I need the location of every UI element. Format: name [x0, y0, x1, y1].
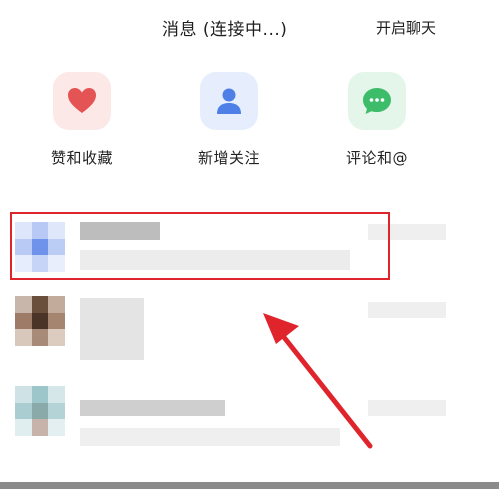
- likes-and-collections-button[interactable]: 赞和收藏: [27, 72, 137, 172]
- comments-and-mentions-button[interactable]: 评论和@: [322, 72, 432, 172]
- heart-icon: [68, 88, 96, 113]
- likes-label: 赞和收藏: [50, 149, 113, 167]
- conversation-row[interactable]: [0, 380, 499, 464]
- conversation-row[interactable]: [0, 290, 499, 374]
- avatar: [15, 296, 65, 346]
- contact-name: [80, 298, 144, 360]
- conversation-row[interactable]: [0, 206, 499, 290]
- avatar: [15, 386, 65, 436]
- timestamp: [368, 302, 446, 318]
- comments-tile: [348, 72, 406, 130]
- follow-label: 新增关注: [197, 149, 260, 167]
- timestamp: [368, 400, 446, 416]
- person-icon: [217, 88, 241, 114]
- timestamp: [368, 224, 446, 240]
- avatar: [15, 222, 65, 272]
- chat-bubble-icon: [363, 88, 391, 114]
- message-preview: [80, 428, 340, 446]
- start-chat-button[interactable]: 开启聊天: [376, 17, 436, 38]
- contact-name: [80, 400, 225, 416]
- message-preview: [80, 250, 350, 270]
- page-title: 消息 (连接中...): [162, 20, 288, 40]
- comments-label: 评论和@: [345, 149, 408, 167]
- bottom-divider: [0, 482, 499, 489]
- likes-tile: [53, 72, 111, 130]
- top-bar: 消息 (连接中...) 开启聊天: [0, 0, 499, 56]
- contact-name: [80, 222, 160, 240]
- follow-tile: [200, 72, 258, 130]
- new-followers-button[interactable]: 新增关注: [174, 72, 284, 172]
